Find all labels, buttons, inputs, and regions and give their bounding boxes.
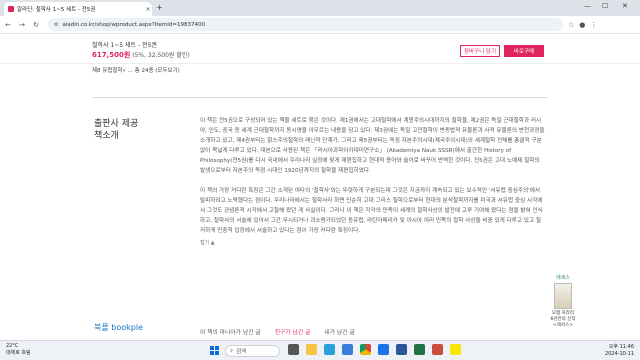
back-icon[interactable]: ←: [2, 21, 14, 29]
description-paragraph-1: 이 책은 전5권으로 구성되어 있는 책을 세트로 묶은 것이다. 제1권에서는…: [200, 118, 545, 174]
windows-taskbar: 22°C 대체로 흐림 ⌕ 검색 오후 11:46 2024-10-11: [0, 340, 640, 360]
section-title: 출판사 제공 책소개: [94, 119, 139, 141]
reload-icon[interactable]: ↻: [30, 21, 42, 29]
bookple-title: 북플 bookple: [94, 323, 143, 332]
toc-tail[interactable]: 제8 유럽철학» ... 총 24종 (모두보기): [92, 66, 180, 74]
chrome-icon[interactable]: [360, 344, 371, 355]
search-icon: ⌕: [230, 347, 234, 354]
browser-tab-bar: 알라딘: 철학사 1~5 세트 - 전5권 × + — ☐ ✕: [0, 0, 640, 16]
profile-icon[interactable]: ●: [579, 21, 585, 29]
tab-friend-posts[interactable]: 친구가 남긴 글: [275, 327, 311, 336]
price-detail: (5%, 32,500원 할인): [130, 52, 190, 59]
buy-now-button[interactable]: 바로구매: [504, 45, 544, 57]
forward-icon[interactable]: →: [16, 21, 28, 29]
minimize-icon[interactable]: —: [584, 2, 591, 10]
system-tray-clock[interactable]: 오후 11:46 2024-10-11: [560, 344, 634, 358]
ad-text: 모렘 하라리 6년만의 신작 <넥서스>: [548, 311, 578, 329]
close-window-icon[interactable]: ✕: [622, 2, 628, 10]
close-tab-icon[interactable]: ×: [144, 6, 152, 13]
address-row: ← → ↻ ⚙ aladin.co.kr/shop/wproduct.aspx?…: [0, 16, 640, 34]
collapse-link[interactable]: 접기 ▲: [200, 238, 545, 248]
aladin-favicon-icon: [8, 6, 14, 12]
windows-start-icon[interactable]: [210, 346, 220, 356]
edge-icon[interactable]: [324, 344, 335, 355]
site-info-icon[interactable]: ⚙: [54, 22, 58, 28]
weather-desc: 대체로 흐림: [6, 350, 31, 356]
description-paragraph-2: 이 책의 가장 커다란 특징은 그간 소개된 여타의 '철학사'와는 뚜렷하게 …: [200, 188, 543, 234]
search-label: 검색: [236, 349, 247, 355]
bookple-tabs: 이 책의 마니아가 남긴 글 친구가 남긴 글 내가 남긴 글: [200, 327, 355, 336]
maximize-icon[interactable]: ☐: [602, 2, 608, 10]
ad-line-3: <넥서스>: [553, 323, 573, 328]
browser-tab[interactable]: 알라딘: 철학사 1~5 세트 - 전5권 ×: [4, 2, 152, 16]
excel-icon[interactable]: [414, 344, 425, 355]
store-icon[interactable]: [342, 344, 353, 355]
taskbar-search[interactable]: ⌕ 검색: [225, 345, 280, 357]
file-explorer-icon[interactable]: [306, 344, 317, 355]
task-view-icon[interactable]: [288, 344, 299, 355]
clock-date: 2024-10-11: [604, 351, 634, 357]
menu-icon[interactable]: ⋮: [590, 21, 597, 29]
sticky-product-header: 철학사 1~5 세트 - 전5권 617,500원 (5%, 32,500원 할…: [0, 34, 640, 64]
sale-price: 617,500원: [92, 51, 131, 59]
side-banner-ad[interactable]: 에세스 모렘 하라리 6년만의 신작 <넥서스>: [548, 270, 578, 334]
ad-brand: 에세스: [556, 275, 570, 281]
url-text: aladin.co.kr/shop/wproduct.aspx?ItemId=1…: [62, 21, 205, 28]
tab-title: 알라딘: 철학사 1~5 세트 - 전5권: [17, 7, 96, 13]
weather-temp: 22°C: [6, 343, 19, 349]
tab-mania-posts[interactable]: 이 책의 마니아가 남긴 글: [200, 327, 261, 336]
add-to-cart-button[interactable]: 장바구니 담기: [460, 45, 500, 57]
product-title: 철학사 1~5 세트 - 전5권: [92, 42, 157, 49]
price-row: 617,500원 (5%, 32,500원 할인): [92, 50, 190, 60]
word-icon[interactable]: [396, 344, 407, 355]
publisher-description: 이 책은 전5권으로 구성되어 있는 책을 세트로 묶은 것이다. 제1권에서는…: [200, 116, 545, 248]
mail-icon[interactable]: [378, 344, 389, 355]
weather-widget[interactable]: 22°C 대체로 흐림: [6, 343, 31, 357]
new-tab-button[interactable]: +: [156, 3, 163, 12]
kakaotalk-icon[interactable]: [450, 344, 461, 355]
ad-book-cover: [554, 283, 572, 309]
address-bar[interactable]: ⚙ aladin.co.kr/shop/wproduct.aspx?ItemId…: [48, 18, 563, 31]
tab-my-posts[interactable]: 내가 남긴 글: [324, 327, 354, 336]
bookmark-star-icon[interactable]: ☆: [568, 21, 574, 29]
section-divider: [92, 97, 548, 98]
app-icon[interactable]: [432, 344, 443, 355]
clock-time: 오후 11:46: [608, 344, 634, 350]
taskbar-apps: [288, 344, 461, 355]
